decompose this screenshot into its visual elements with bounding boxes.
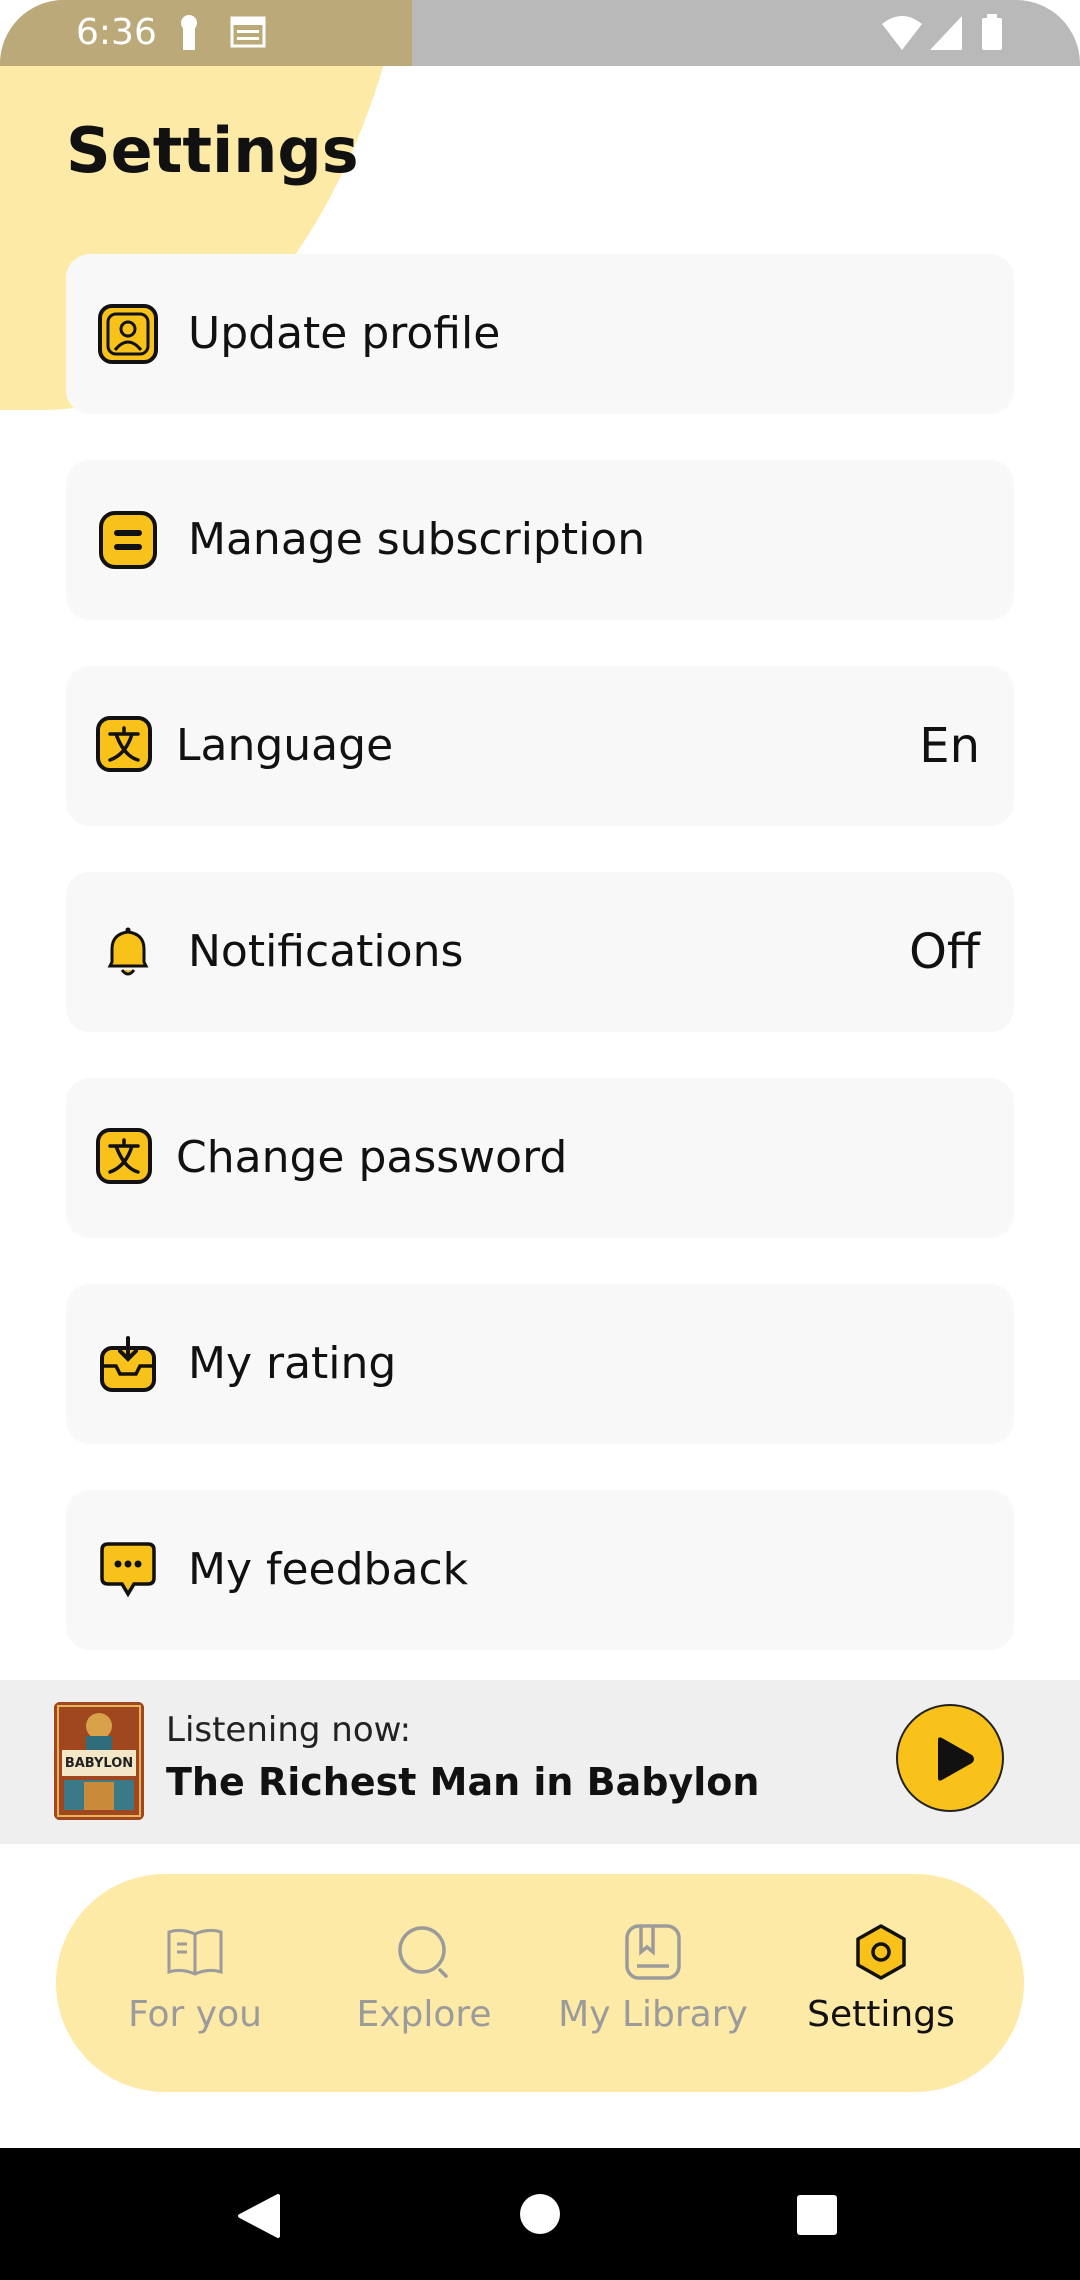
settings-screen: 6:36 Settings Update profile Manage subs… bbox=[0, 0, 1080, 2280]
settings-item-label: My rating bbox=[188, 1338, 397, 1389]
settings-item-label: Update profile bbox=[188, 308, 501, 359]
book-cover-image[interactable]: BABYLON bbox=[54, 1702, 144, 1820]
settings-hexagon-icon bbox=[851, 1922, 911, 1982]
nav-tab-label: Explore bbox=[356, 1994, 492, 2035]
settings-item-manage-subscription[interactable]: Manage subscription bbox=[66, 460, 1014, 620]
settings-item-label: Language bbox=[176, 720, 394, 771]
settings-item-update-profile[interactable]: Update profile bbox=[66, 254, 1014, 414]
nav-tab-label: My Library bbox=[558, 1994, 748, 2035]
settings-item-my-feedback[interactable]: My feedback bbox=[66, 1490, 1014, 1650]
status-bar-tint bbox=[0, 0, 412, 66]
bottom-navigation: For you Explore My Library Settings bbox=[56, 1874, 1024, 2092]
subscription-icon bbox=[98, 510, 158, 570]
status-bar: 6:36 bbox=[0, 0, 1080, 66]
settings-item-notifications[interactable]: Notifications Off bbox=[66, 872, 1014, 1032]
settings-item-change-password[interactable]: Change password bbox=[66, 1078, 1014, 1238]
play-icon bbox=[928, 1734, 978, 1788]
nav-tab-settings[interactable]: Settings bbox=[766, 1874, 996, 2092]
settings-item-label: Notifications bbox=[188, 926, 464, 977]
nav-tab-label: Settings bbox=[807, 1994, 955, 2035]
nav-tab-label: For you bbox=[128, 1994, 262, 2035]
settings-item-label: Change password bbox=[176, 1132, 568, 1183]
settings-item-label: Manage subscription bbox=[188, 514, 646, 565]
bookmark-book-icon bbox=[623, 1922, 683, 1982]
status-time: 6:36 bbox=[76, 12, 157, 53]
battery-icon bbox=[980, 14, 1004, 56]
settings-item-value: En bbox=[919, 718, 980, 774]
now-playing-bar[interactable]: BABYLON Listening now: The Richest Man i… bbox=[0, 1680, 1080, 1844]
cellular-icon bbox=[928, 14, 964, 56]
now-playing-subtitle: Listening now: bbox=[166, 1710, 412, 1750]
translate-icon bbox=[96, 1128, 156, 1188]
inbox-download-icon bbox=[98, 1334, 158, 1394]
nav-tab-for-you[interactable]: For you bbox=[80, 1874, 310, 2092]
translate-icon bbox=[96, 716, 156, 776]
page-title: Settings bbox=[66, 113, 359, 187]
system-navigation-bar bbox=[0, 2148, 1080, 2280]
settings-item-value: Off bbox=[909, 924, 980, 980]
wifi-icon bbox=[880, 14, 924, 56]
search-icon bbox=[394, 1922, 454, 1982]
calendar-notification-icon bbox=[230, 14, 266, 54]
now-playing-title: The Richest Man in Babylon bbox=[166, 1760, 760, 1804]
book-cover-title: BABYLON bbox=[64, 1756, 134, 1771]
chat-bubble-icon bbox=[98, 1540, 158, 1600]
back-icon[interactable] bbox=[236, 2192, 282, 2244]
play-button[interactable] bbox=[896, 1704, 1004, 1812]
profile-icon bbox=[98, 304, 158, 364]
recents-icon[interactable] bbox=[796, 2194, 838, 2240]
nav-tab-my-library[interactable]: My Library bbox=[538, 1874, 768, 2092]
nav-tab-explore[interactable]: Explore bbox=[309, 1874, 539, 2092]
settings-item-language[interactable]: Language En bbox=[66, 666, 1014, 826]
book-open-icon bbox=[165, 1922, 225, 1982]
bell-icon bbox=[98, 922, 158, 982]
settings-item-label: My feedback bbox=[188, 1544, 469, 1595]
lock-notification-icon bbox=[176, 14, 202, 56]
home-icon[interactable] bbox=[518, 2192, 562, 2240]
settings-item-my-rating[interactable]: My rating bbox=[66, 1284, 1014, 1444]
